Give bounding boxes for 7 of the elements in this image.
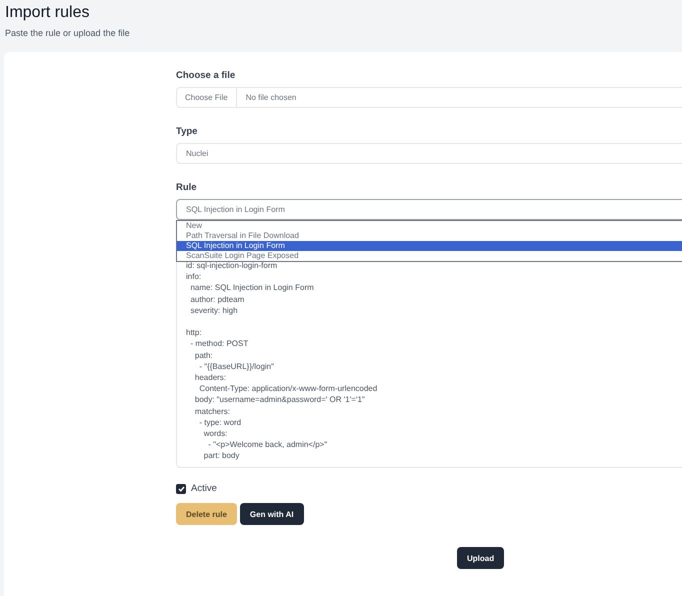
page-title: Import rules [5,3,90,23]
checkbox-label: Active [191,483,217,494]
page-subtitle: Paste the rule or upload the file [5,28,131,38]
field-label: Rule [176,182,197,193]
file-status: No file chosen [244,93,296,102]
field-label: Type [176,126,198,137]
field-label: Choose a file [176,70,236,81]
